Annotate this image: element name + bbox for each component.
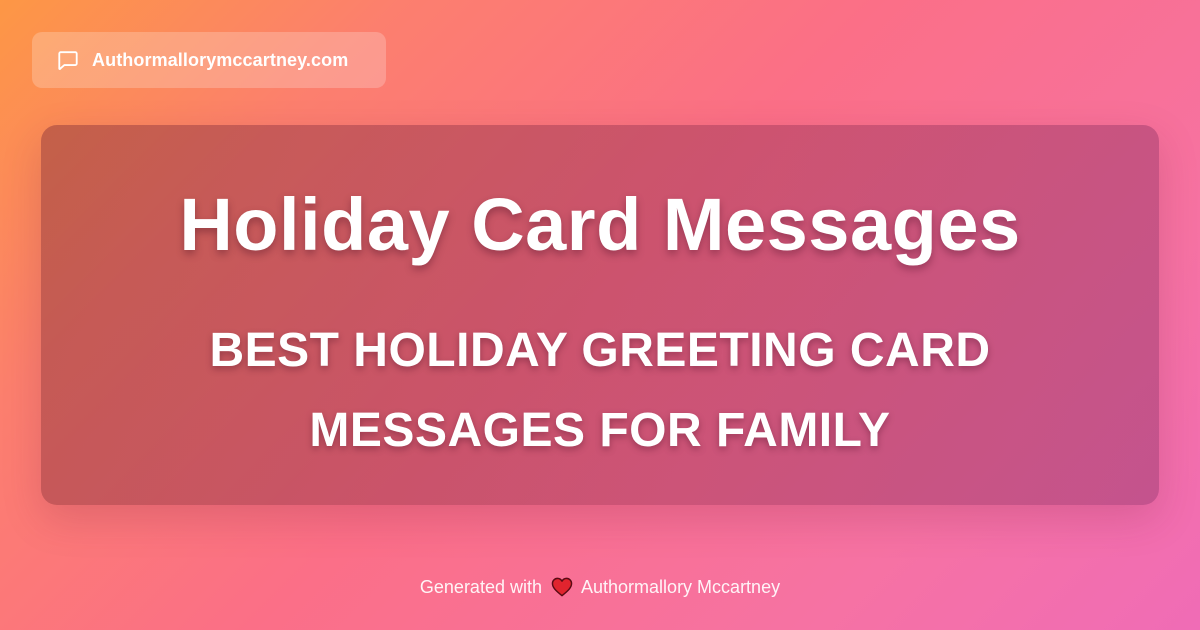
page-subtitle: BEST HOLIDAY GREETING CARD MESSAGES FOR … bbox=[209, 324, 991, 457]
page-title: Holiday Card Messages bbox=[179, 183, 1021, 266]
title-card: Holiday Card Messages BEST HOLIDAY GREET… bbox=[41, 125, 1159, 505]
footer-author[interactable]: Authormallory Mccartney bbox=[581, 577, 780, 597]
site-name: Authormallorymccartney.com bbox=[92, 49, 349, 70]
footer-credit: Generated with Authormallory Mccartney bbox=[0, 575, 1200, 603]
heart-icon bbox=[551, 577, 573, 603]
footer-prefix: Generated with bbox=[419, 577, 542, 597]
message-bubble-icon bbox=[56, 48, 80, 72]
site-badge[interactable]: Authormallorymccartney.com bbox=[32, 32, 386, 88]
